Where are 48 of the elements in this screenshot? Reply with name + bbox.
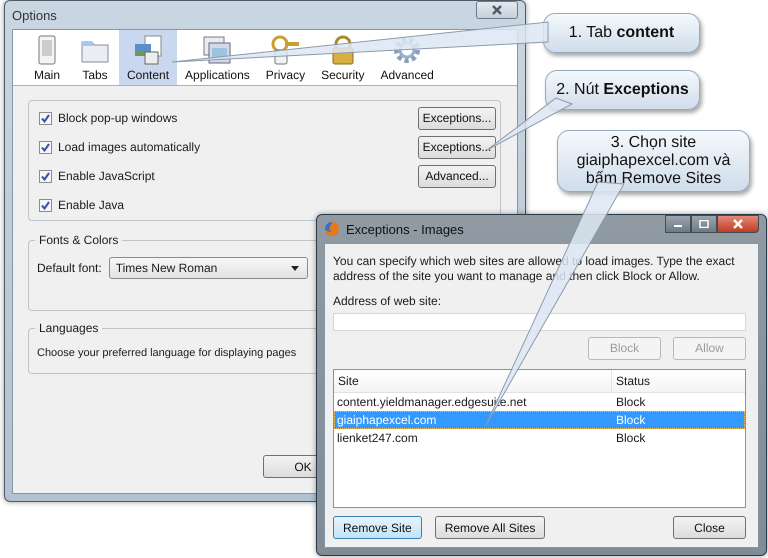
table-cell-text: lienket247.com	[336, 430, 419, 445]
address-field[interactable]	[333, 313, 746, 331]
table-cell-text: Block	[615, 412, 646, 427]
checkbox[interactable]	[39, 170, 52, 182]
table-cell-text: content.yieldmanager.edgesuite.net	[336, 394, 528, 409]
checkbox[interactable]	[39, 198, 52, 212]
font-dropdown[interactable]: Times New Roman	[108, 257, 308, 279]
checkbox-label: Enable JavaScript	[58, 169, 156, 183]
group-title: Fonts & Colors	[38, 233, 120, 247]
maximize-button[interactable]	[691, 215, 717, 233]
table-cell-text: Block	[615, 394, 646, 409]
languages-text: Choose your preferred language for displaying pages	[37, 347, 298, 359]
dialog-button[interactable]: Remove Site	[333, 516, 422, 539]
window-title: Options	[12, 8, 57, 22]
close-button[interactable]	[476, 1, 518, 19]
maximize-icon	[699, 220, 709, 228]
checkbox-label: Load images automatically	[58, 140, 202, 154]
dropdown-arrow-icon	[290, 266, 299, 270]
table-row[interactable]: content.yieldmanager.edgesuite.net Block	[334, 392, 745, 411]
dialog-button[interactable]: Remove All Sites	[434, 516, 546, 539]
callout: 1. Tab content	[543, 13, 700, 53]
field-label: Default font:	[37, 261, 102, 275]
picture-icon	[132, 34, 164, 66]
checkbox-label: Enable Java	[58, 198, 126, 212]
options-button[interactable]: Advanced...	[418, 164, 496, 188]
tab[interactable]: Content	[119, 30, 178, 85]
options-button[interactable]: Exceptions...	[418, 106, 496, 130]
callout: 3. Chọn site giaiphapexcel.com và bấm Remove Sites	[557, 130, 750, 192]
close-button[interactable]	[717, 215, 759, 233]
table-cell-text: Block	[615, 430, 646, 445]
window-title: Exceptions - Images	[346, 222, 464, 236]
dialog-button[interactable]: Close	[673, 516, 746, 539]
column-header[interactable]: Status	[612, 370, 650, 392]
options-button[interactable]: Exceptions...	[418, 136, 496, 158]
tab[interactable]: Tabs	[71, 30, 119, 85]
table-cell-text: giaiphapexcel.com	[336, 412, 438, 427]
globe-icon	[324, 221, 340, 237]
table-row[interactable]: lienket247.com Block	[334, 428, 745, 447]
tab[interactable]: Main	[23, 30, 71, 85]
checkbox-label: Block pop-up windows	[58, 111, 178, 125]
close-icon	[732, 219, 744, 229]
field-label: Address of web site:	[333, 294, 442, 308]
checkbox[interactable]	[39, 140, 52, 154]
minimize-button[interactable]	[665, 215, 691, 233]
close-icon	[491, 5, 503, 15]
group-title: Languages	[38, 321, 100, 335]
callout: 2. Nút Exceptions	[545, 70, 700, 110]
checkbox[interactable]	[39, 112, 52, 124]
